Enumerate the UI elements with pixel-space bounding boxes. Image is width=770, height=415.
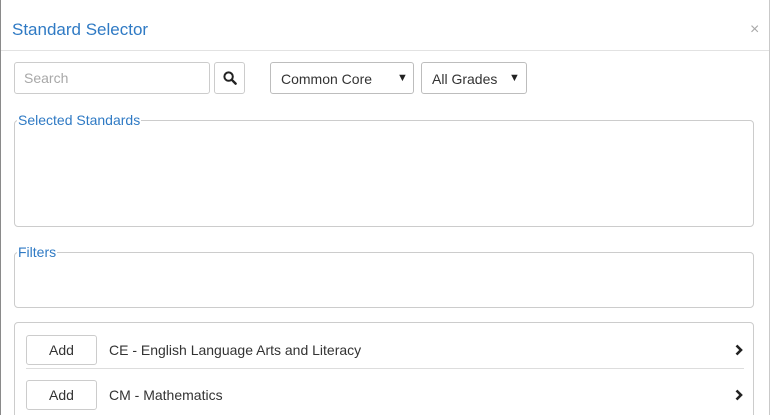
framework-select-value: Common Core — [281, 71, 373, 87]
search-input[interactable] — [14, 62, 210, 94]
filters-legend: Filters — [18, 244, 57, 260]
chevron-right-icon[interactable] — [735, 344, 743, 356]
search-button[interactable] — [214, 62, 245, 94]
search-icon — [223, 71, 237, 85]
caret-down-icon: ▼ — [507, 70, 520, 86]
caret-down-icon: ▼ — [395, 70, 408, 86]
list-item-label: CE - English Language Arts and Literacy — [109, 342, 362, 358]
add-button[interactable]: Add — [26, 335, 97, 365]
close-icon[interactable]: × — [750, 20, 759, 40]
list-item-label: CM - Mathematics — [109, 387, 223, 403]
add-button[interactable]: Add — [26, 380, 97, 410]
dialog-header: Standard Selector × — [1, 0, 769, 51]
grade-select-value: All Grades — [432, 71, 498, 87]
chevron-right-icon[interactable] — [735, 389, 743, 401]
list-item[interactable]: Add CE - English Language Arts and Liter… — [26, 328, 744, 369]
list-item[interactable]: Add CM - Mathematics — [26, 373, 744, 413]
results-list: Add CE - English Language Arts and Liter… — [14, 322, 754, 415]
framework-select[interactable]: Common Core ▼ — [270, 62, 414, 94]
grade-select[interactable]: All Grades ▼ — [421, 62, 527, 94]
selected-standards-legend: Selected Standards — [18, 112, 141, 128]
dialog-title: Standard Selector — [12, 20, 149, 39]
filters-panel: Filters — [14, 244, 754, 308]
standard-selector-dialog: Standard Selector × Common Core ▼ All Gr… — [0, 0, 770, 415]
selected-standards-panel: Selected Standards — [14, 112, 754, 227]
